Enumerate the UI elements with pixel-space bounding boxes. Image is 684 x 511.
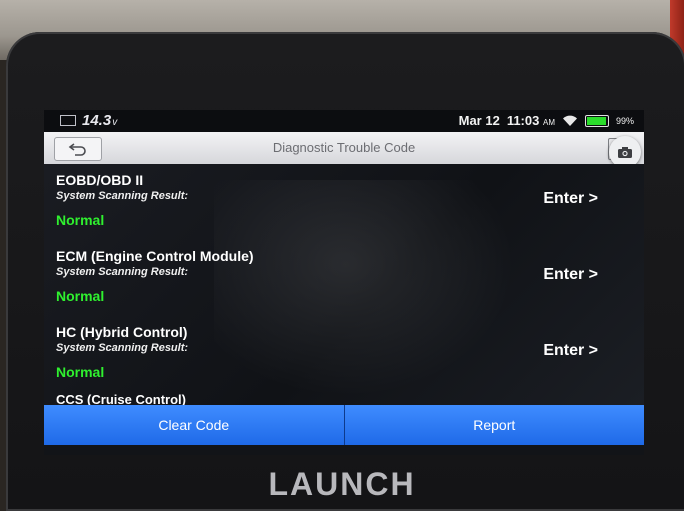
status-ampm: AM bbox=[542, 118, 555, 127]
scan-status: Normal bbox=[56, 364, 105, 380]
status-date: Mar 12 bbox=[458, 113, 500, 128]
scan-status: Normal bbox=[56, 288, 105, 304]
wifi-icon bbox=[562, 115, 577, 126]
report-button[interactable]: Report bbox=[344, 405, 644, 445]
back-button[interactable] bbox=[54, 137, 102, 161]
status-time: 11:03 bbox=[506, 113, 540, 128]
enter-button[interactable]: Enter > bbox=[543, 266, 598, 284]
vehicle-voltage: 14.3v bbox=[60, 112, 117, 129]
voltage-unit: v bbox=[112, 117, 118, 128]
camera-icon bbox=[618, 146, 632, 158]
device-screen: 14.3v Mar 12 11:03 AM 99% Diagnostic Tro… bbox=[44, 110, 644, 455]
status-bar: 14.3v Mar 12 11:03 AM 99% bbox=[44, 110, 644, 132]
system-name: HC (Hybrid Control) bbox=[56, 324, 188, 340]
scan-result-label: System Scanning Result: bbox=[56, 266, 189, 278]
system-name: EOBD/OBD II bbox=[56, 172, 144, 188]
list-item: ECM (Engine Control Module) System Scann… bbox=[44, 240, 644, 316]
voltage-value: 14.3 bbox=[82, 112, 112, 129]
enter-button[interactable]: Enter > bbox=[543, 342, 598, 360]
system-name: ECM (Engine Control Module) bbox=[56, 248, 254, 264]
scan-status: Normal bbox=[56, 212, 105, 228]
car-battery-icon bbox=[60, 115, 76, 126]
clear-code-button[interactable]: Clear Code bbox=[44, 405, 344, 445]
status-right: Mar 12 11:03 AM 99% bbox=[459, 113, 634, 128]
battery-icon bbox=[584, 114, 609, 127]
page-title: Diagnostic Trouble Code bbox=[272, 140, 416, 155]
battery-percent: 99% bbox=[615, 115, 634, 126]
back-arrow-icon bbox=[68, 143, 86, 156]
scan-result-label: System Scanning Result: bbox=[56, 342, 189, 354]
list-item: EOBD/OBD II System Scanning Result: Norm… bbox=[44, 164, 644, 240]
system-list: EOBD/OBD II System Scanning Result: Norm… bbox=[44, 164, 644, 405]
enter-button[interactable]: Enter > bbox=[543, 190, 598, 208]
title-bar: Diagnostic Trouble Code bbox=[44, 132, 644, 164]
list-item: HC (Hybrid Control) System Scanning Resu… bbox=[44, 316, 644, 392]
bottom-action-bar: Clear Code Report bbox=[44, 405, 644, 445]
partial-list-item[interactable]: CCS (Cruise Control) bbox=[56, 392, 186, 405]
scan-result-label: System Scanning Result: bbox=[56, 190, 189, 202]
brand-logo: LAUNCH bbox=[268, 466, 416, 502]
